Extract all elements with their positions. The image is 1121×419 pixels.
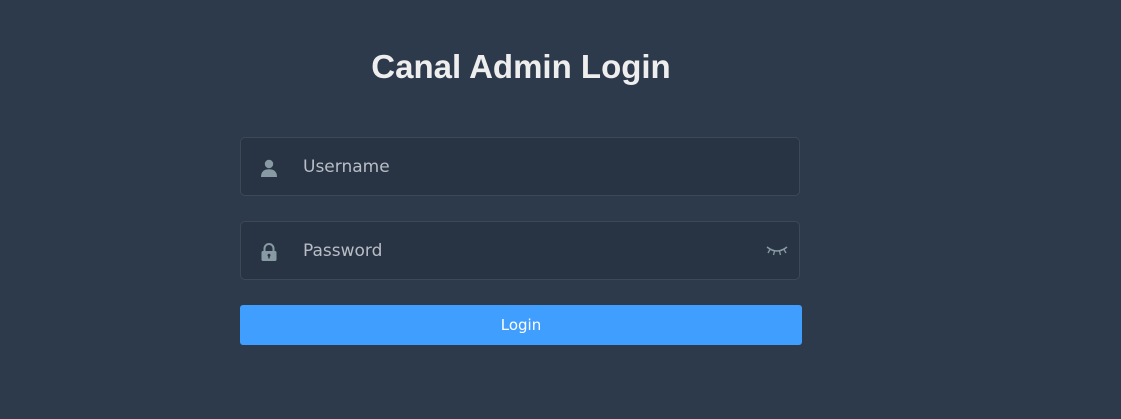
username-field-container xyxy=(240,137,800,196)
eye-closed-icon[interactable] xyxy=(766,242,788,258)
password-input[interactable] xyxy=(303,222,773,279)
user-icon xyxy=(260,159,278,177)
lock-icon xyxy=(260,243,278,261)
login-container: Canal Admin Login Username Login xyxy=(0,0,1121,419)
password-field-container xyxy=(240,221,800,280)
username-input[interactable] xyxy=(303,138,773,195)
page-title: Canal Admin Login xyxy=(371,48,671,85)
login-button[interactable]: Login xyxy=(240,305,802,345)
